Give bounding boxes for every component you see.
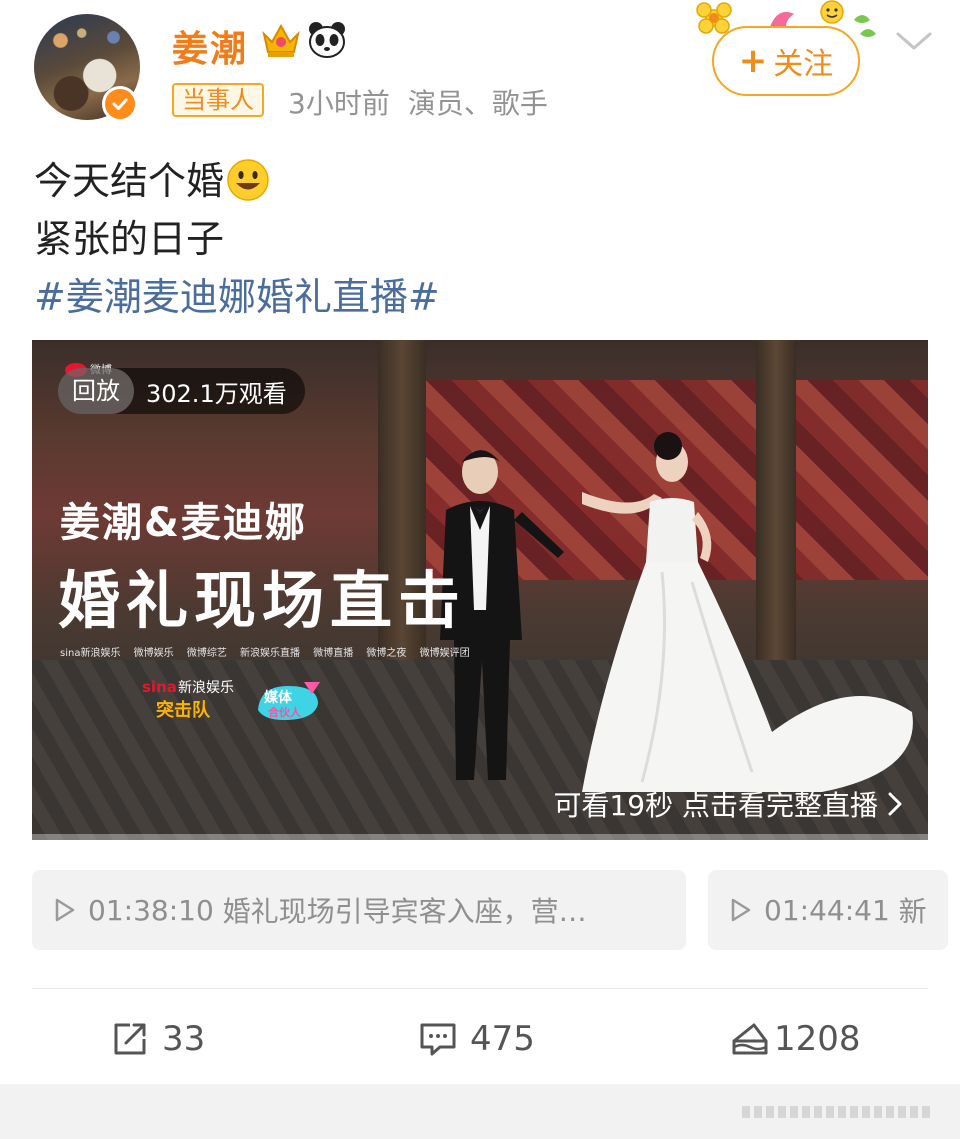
sponsor-logo: sina新浪娱乐 — [60, 648, 121, 659]
like-button[interactable]: 1208 — [730, 1014, 861, 1064]
comment-icon — [420, 1023, 456, 1056]
divider — [32, 988, 928, 989]
panda-icon — [309, 22, 345, 58]
repost-button[interactable]: 33 — [110, 1014, 205, 1064]
post-text-line2: 紧张的日子 — [34, 217, 225, 261]
live-replay-video[interactable]: 微博 回放 302.1万观看 姜潮&麦迪娜 婚礼现场直击 sina新浪娱乐 微博… — [32, 340, 928, 840]
replay-label: 回放 — [58, 368, 134, 414]
watch-full-live-link[interactable]: 可看19秒 点击看完整直播 — [553, 784, 904, 824]
participant-tag: 当事人 — [172, 83, 264, 117]
sponsor-logo: 微博娱乐 — [133, 648, 174, 659]
watermark-dots-icon — [742, 1106, 930, 1118]
chapter-text: 婚礼现场引导宾客入座，营… — [222, 895, 587, 928]
sponsor-logo: 微博综艺 — [186, 648, 227, 659]
sponsor-logo: 新浪娱乐直播 — [240, 648, 301, 659]
follow-label: 关注 — [773, 47, 834, 82]
chevron-right-icon — [888, 792, 902, 816]
post-text: 今天结个婚 — [34, 159, 225, 203]
comment-count: 475 — [470, 1019, 535, 1059]
svg-text:新浪娱乐: 新浪娱乐 — [178, 680, 234, 696]
hashtag-link[interactable]: #姜潮麦迪娜婚礼直播# — [34, 266, 440, 321]
repost-icon — [114, 1023, 146, 1055]
overlay-title-main: 婚礼现场直击 — [58, 564, 467, 637]
chapter-item[interactable]: 01:44:41 新 — [708, 870, 948, 950]
replay-badge: 回放 302.1万观看 — [58, 368, 305, 414]
chapter-text: 新 — [898, 895, 927, 928]
plus-icon: + — [738, 41, 768, 81]
chapter-time: 01:44:41 — [764, 893, 890, 927]
play-icon — [731, 898, 751, 922]
view-count: 302.1万观看 — [146, 379, 287, 408]
repost-count: 33 — [162, 1019, 206, 1059]
svg-text:突击队: 突击队 — [156, 699, 211, 721]
post-text-line1: 今天结个婚 — [34, 150, 270, 205]
bride-figure — [582, 432, 913, 792]
video-progress-bar[interactable] — [32, 834, 928, 840]
watch-full-label: 可看19秒 点击看完整直播 — [553, 789, 878, 822]
like-cake-icon — [732, 1023, 768, 1055]
chevron-down-icon[interactable] — [892, 26, 936, 58]
sponsor-logo: 微博娱评团 — [419, 648, 470, 659]
author-name[interactable]: 姜潮 — [172, 20, 248, 72]
author-category: 演员、歌手 — [407, 87, 548, 120]
verified-badge-icon — [102, 86, 138, 122]
chapter-item[interactable]: 01:38:10 婚礼现场引导宾客入座，营… — [32, 870, 686, 950]
media-partner-logo: 媒体 合伙人 — [258, 682, 320, 720]
like-count: 1208 — [774, 1019, 861, 1059]
smile-emoji-icon — [227, 159, 269, 201]
svg-text:sina: sina — [142, 678, 177, 696]
sina-entertainment-logo: sina 新浪娱乐 突击队 — [142, 678, 234, 721]
svg-text:合伙人: 合伙人 — [268, 705, 302, 719]
svg-text:媒体: 媒体 — [263, 689, 293, 706]
overlay-title-names: 姜潮&麦迪娜 — [60, 500, 307, 546]
follow-button[interactable]: + 关注 — [712, 26, 860, 96]
post-meta: 3小时前 演员、歌手 — [288, 82, 548, 122]
comment-button[interactable]: 475 — [418, 1014, 535, 1064]
sponsor-logo: 微博之夜 — [366, 648, 407, 659]
post-time: 3小时前 — [288, 87, 390, 120]
sponsor-strip: sina新浪娱乐 微博娱乐 微博综艺 新浪娱乐直播 微博直播 微博之夜 微博娱评… — [60, 644, 480, 659]
sponsor-logo: 微博直播 — [313, 648, 354, 659]
chapter-time: 01:38:10 — [88, 893, 214, 927]
play-icon — [55, 898, 75, 922]
crown-icon — [262, 23, 300, 57]
